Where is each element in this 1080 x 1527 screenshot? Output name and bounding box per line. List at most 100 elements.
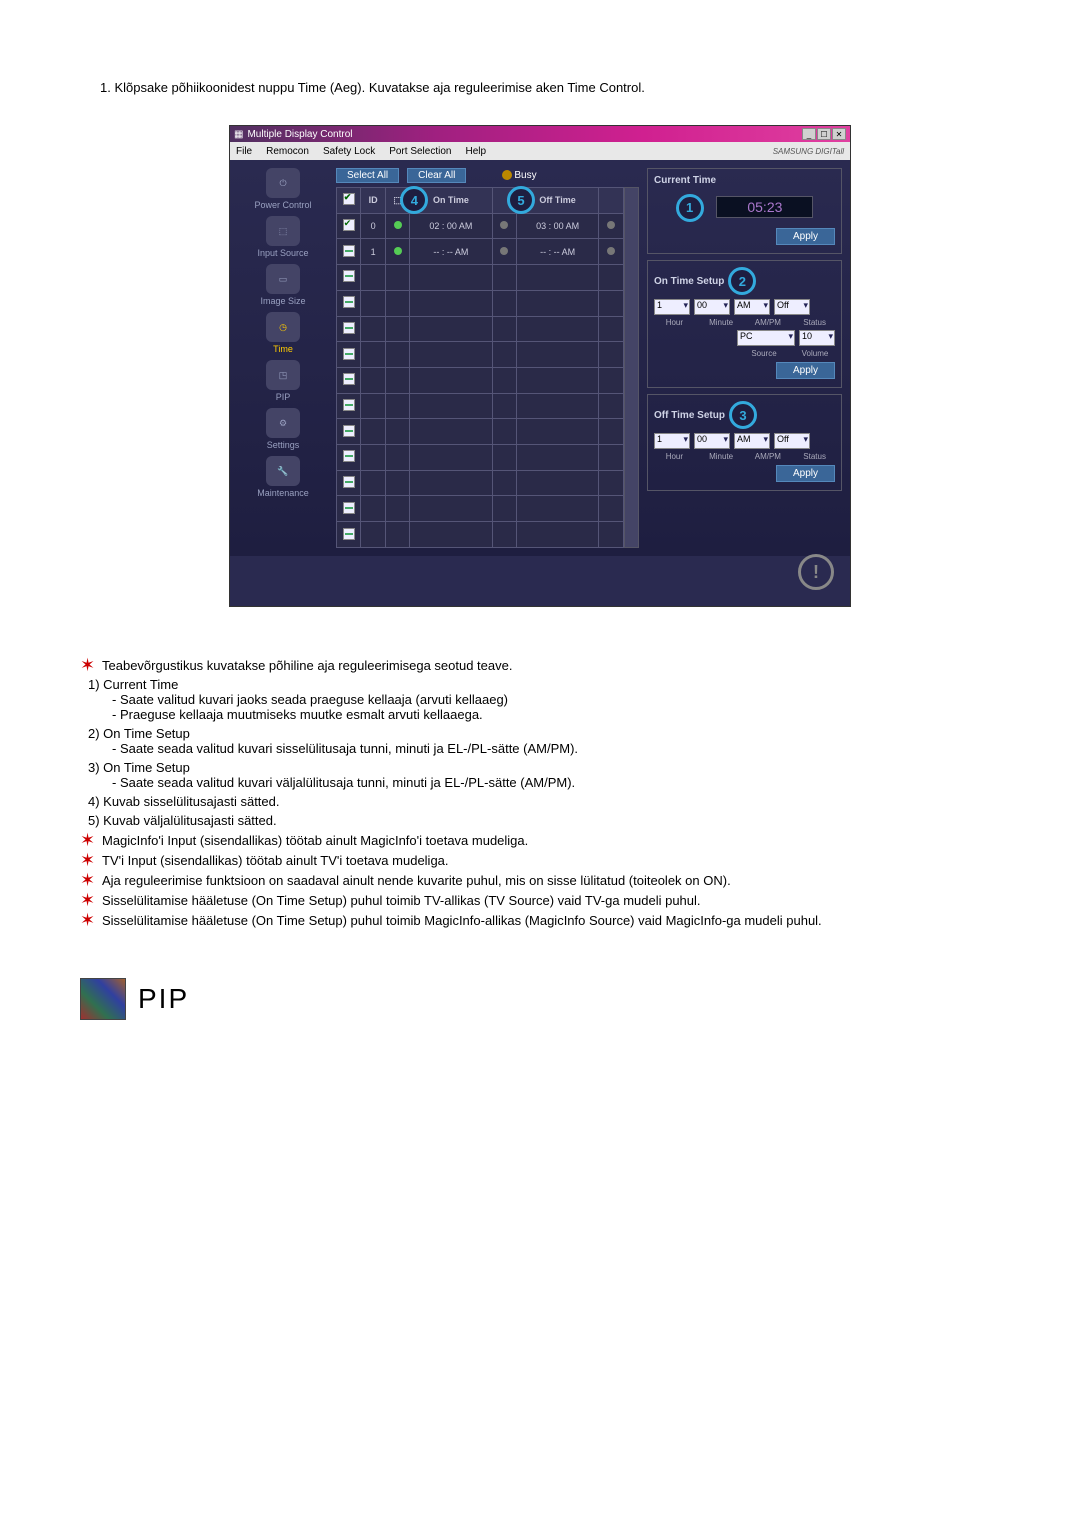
intro-text: 1. Klõpsake põhiikoonidest nuppu Time (A… [100, 80, 1000, 95]
minimize-button[interactable]: _ [802, 128, 816, 140]
menu-remocon[interactable]: Remocon [266, 146, 309, 157]
app-icon: ▦ [234, 129, 243, 140]
menu-port-selection[interactable]: Port Selection [389, 146, 451, 157]
menu-safety-lock[interactable]: Safety Lock [323, 146, 375, 157]
busy-indicator: Busy [502, 170, 536, 181]
field-label: Source [739, 349, 789, 358]
off-time-panel: Off Time Setup 3 1 00 AM Off Hour Minute… [647, 394, 842, 491]
off-status-select[interactable]: Off [774, 433, 810, 449]
col-id: ID [361, 188, 385, 214]
badge-5: 5 [507, 186, 535, 214]
clock-icon: ◷ [266, 312, 300, 342]
status-led [394, 221, 402, 229]
menu-file[interactable]: File [236, 146, 252, 157]
table-row[interactable]: 0 02 : 00 AM 03 : 00 AM [337, 213, 624, 239]
row-id: 1 [361, 239, 385, 265]
row-on-time: 02 : 00 AM [410, 213, 492, 239]
sidebar-item-label: Maintenance [257, 488, 309, 498]
select-all-button[interactable]: Select All [336, 168, 399, 183]
display-table: ID ⬚ 4 On Time 5 Off Time [336, 187, 624, 548]
list-item: 4) Kuvab sisselülitusajasti sätted. [88, 794, 1000, 809]
col-checkbox[interactable] [337, 188, 361, 214]
star-icon: ✶ [80, 657, 96, 673]
info-text: Teabevõrgustikus kuvatakse põhiline aja … [102, 657, 512, 673]
status-led [500, 221, 508, 229]
row-checkbox[interactable] [343, 245, 355, 257]
field-label: Hour [654, 452, 695, 461]
sidebar-item-image-size[interactable]: ▭ Image Size [260, 264, 305, 306]
star-icon: ✶ [80, 892, 96, 908]
list-item-sub: - Saate valitud kuvari jaoks seada praeg… [112, 692, 1000, 707]
on-minute-select[interactable]: 00 [694, 299, 730, 315]
off-hour-select[interactable]: 1 [654, 433, 690, 449]
titlebar: ▦ Multiple Display Control _ ☐ ✕ [230, 126, 850, 142]
on-ampm-select[interactable]: AM [734, 299, 770, 315]
on-status-select[interactable]: Off [774, 299, 810, 315]
list-item-sub: - Saate seada valitud kuvari sisselülitu… [112, 741, 1000, 756]
status-led [394, 247, 402, 255]
sidebar-item-maintenance[interactable]: 🔧 Maintenance [257, 456, 309, 498]
maximize-button[interactable]: ☐ [817, 128, 831, 140]
list-item-head: 1) Current Time [88, 677, 1000, 692]
row-checkbox[interactable] [343, 219, 355, 231]
info-text: Sisselülitamise hääletuse (On Time Setup… [102, 892, 701, 908]
input-icon: ⬚ [266, 216, 300, 246]
row-id: 0 [361, 213, 385, 239]
field-label: Volume [795, 349, 835, 358]
sidebar-item-time[interactable]: ◷ Time [266, 312, 300, 354]
field-label: Minute [701, 318, 742, 327]
list-item-head: 3) On Time Setup [88, 760, 1000, 775]
close-button[interactable]: ✕ [832, 128, 846, 140]
image-size-icon: ▭ [266, 264, 300, 294]
info-text: Aja reguleerimise funktsioon on saadaval… [102, 872, 731, 888]
brand-label: SAMSUNG DIGITall [773, 147, 844, 156]
badge-3: 3 [729, 401, 757, 429]
sidebar-item-input-source[interactable]: ⬚ Input Source [257, 216, 308, 258]
scrollbar[interactable] [624, 187, 639, 548]
list-item: 5) Kuvab väljalülitusajasti sätted. [88, 813, 1000, 828]
on-hour-select[interactable]: 1 [654, 299, 690, 315]
panel-title: On Time Setup [654, 276, 724, 287]
on-source-select[interactable]: PC [737, 330, 795, 346]
apply-button[interactable]: Apply [776, 228, 835, 245]
window-title: Multiple Display Control [247, 129, 352, 140]
info-text: TV'i Input (sisendallikas) töötab ainult… [102, 852, 449, 868]
panel-title: Off Time Setup [654, 410, 725, 421]
off-ampm-select[interactable]: AM [734, 433, 770, 449]
info-text: Sisselülitamise hääletuse (On Time Setup… [102, 912, 822, 928]
sidebar-item-power-control[interactable]: ⏻ Power Control [254, 168, 311, 210]
pip-icon: ◳ [266, 360, 300, 390]
star-icon: ✶ [80, 912, 96, 928]
field-label: Status [794, 318, 835, 327]
menu-help[interactable]: Help [465, 146, 486, 157]
table-row[interactable]: 1 -- : -- AM -- : -- AM [337, 239, 624, 265]
sidebar-item-label: Settings [267, 440, 300, 450]
off-minute-select[interactable]: 00 [694, 433, 730, 449]
badge-2: 2 [728, 267, 756, 295]
row-off-time: -- : -- AM [516, 239, 598, 265]
apply-button[interactable]: Apply [776, 465, 835, 482]
sidebar-item-label: Power Control [254, 200, 311, 210]
sidebar-item-label: Time [273, 344, 293, 354]
info-section: ✶ Teabevõrgustikus kuvatakse põhiline aja… [80, 657, 1000, 928]
sidebar-item-settings[interactable]: ⚙ Settings [266, 408, 300, 450]
star-icon: ✶ [80, 832, 96, 848]
sidebar-item-label: PIP [276, 392, 291, 402]
gear-icon: ⚙ [266, 408, 300, 438]
current-time-panel: Current Time 1 05:23 Apply [647, 168, 842, 254]
field-label: Minute [701, 452, 742, 461]
sidebar-item-pip[interactable]: ◳ PIP [266, 360, 300, 402]
row-off-time: 03 : 00 AM [516, 213, 598, 239]
col-on-time: 4 On Time [410, 188, 492, 214]
field-label: Hour [654, 318, 695, 327]
field-label: Status [794, 452, 835, 461]
apply-button[interactable]: Apply [776, 362, 835, 379]
list-item-sub: - Saate seada valitud kuvari väljalülitu… [112, 775, 1000, 790]
on-volume-select[interactable]: 10 [799, 330, 835, 346]
status-led [607, 247, 615, 255]
col-off-time: 5 Off Time [516, 188, 598, 214]
clear-all-button[interactable]: Clear All [407, 168, 466, 183]
current-time-value: 05:23 [716, 196, 813, 218]
on-time-panel: On Time Setup 2 1 00 AM Off Hour Minute … [647, 260, 842, 388]
info-icon: ! [798, 554, 834, 590]
